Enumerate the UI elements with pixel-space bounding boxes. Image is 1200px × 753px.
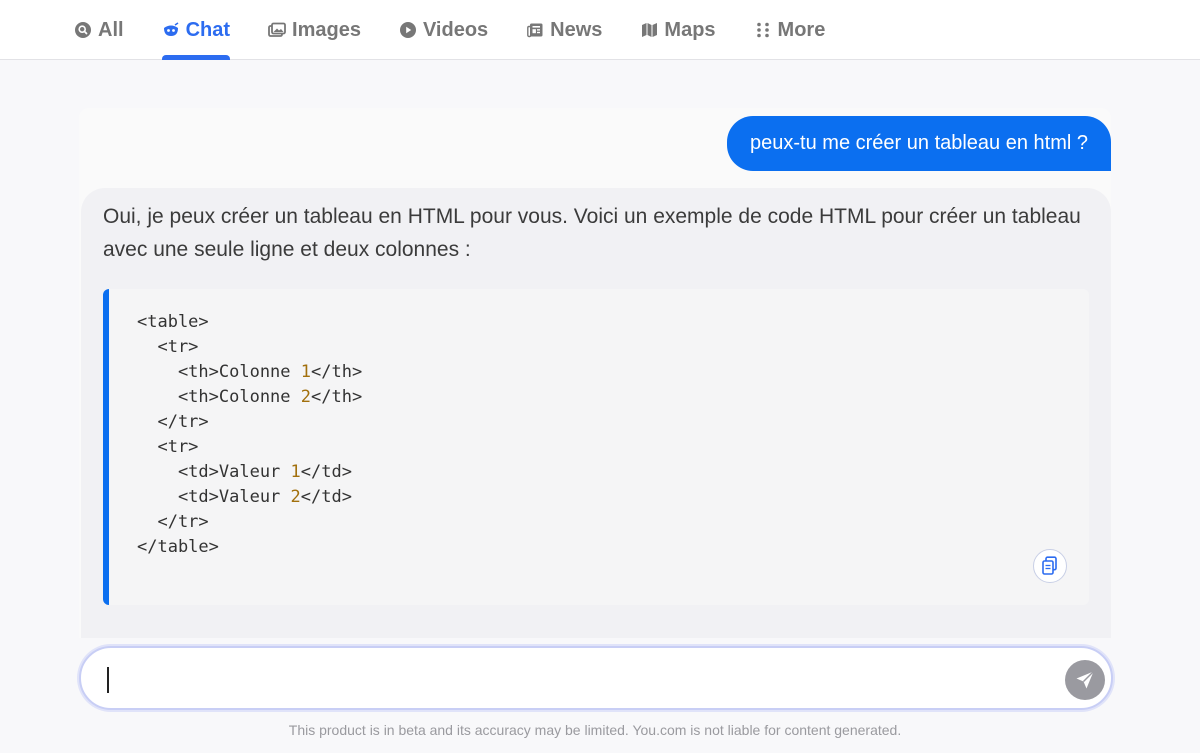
tab-all-label: All bbox=[98, 18, 124, 41]
code-line: </tr> bbox=[137, 512, 209, 532]
top-navigation: All Chat Images Videos News Maps More bbox=[0, 0, 1200, 60]
tab-all[interactable]: All bbox=[74, 0, 124, 60]
tab-more[interactable]: More bbox=[754, 0, 826, 60]
search-icon bbox=[74, 21, 92, 39]
tab-images[interactable]: Images bbox=[268, 0, 361, 60]
tab-videos[interactable]: Videos bbox=[399, 0, 488, 60]
code-line: <tr> bbox=[137, 437, 199, 457]
tab-videos-label: Videos bbox=[422, 18, 489, 41]
user-message-text: peux-tu me créer un tableau en html ? bbox=[750, 132, 1088, 154]
code-line: <th>Colonne 1</th> bbox=[137, 362, 363, 382]
nav-tabs: All Chat Images Videos News Maps More bbox=[74, 0, 863, 60]
play-icon bbox=[399, 21, 417, 39]
grid-dots-icon bbox=[754, 21, 772, 39]
code-line: <table> bbox=[137, 312, 209, 332]
code-line: </tr> bbox=[137, 412, 209, 432]
chat-input[interactable] bbox=[105, 662, 1045, 696]
code-line: </table> bbox=[137, 537, 219, 557]
tab-images-label: Images bbox=[292, 18, 361, 41]
code-line: <tr> bbox=[137, 337, 199, 357]
map-icon bbox=[640, 21, 658, 39]
text-caret bbox=[107, 667, 109, 693]
chat-input-container bbox=[79, 646, 1113, 710]
copy-icon bbox=[1041, 556, 1059, 576]
beta-disclaimer: This product is in beta and its accuracy… bbox=[288, 722, 902, 738]
tab-chat-label: Chat bbox=[185, 18, 231, 41]
code-line: <td>Valeur 2</td> bbox=[137, 487, 352, 507]
code-line: <td>Valeur 1</td> bbox=[137, 462, 352, 482]
assistant-message-text: Oui, je peux créer un tableau en HTML po… bbox=[103, 205, 1081, 261]
code-line: <th>Colonne 2</th> bbox=[137, 387, 363, 407]
tab-maps-label: Maps bbox=[664, 18, 716, 41]
tab-chat[interactable]: Chat bbox=[161, 0, 231, 60]
user-message-bubble: peux-tu me créer un tableau en html ? bbox=[727, 116, 1111, 171]
tab-more-label: More bbox=[777, 18, 826, 41]
code-content: <table> <tr> <th>Colonne 1</th> <th>Colo… bbox=[137, 310, 362, 560]
tab-news[interactable]: News bbox=[526, 0, 602, 60]
tab-maps[interactable]: Maps bbox=[640, 0, 716, 60]
send-button[interactable] bbox=[1065, 660, 1105, 700]
code-block: <table> <tr> <th>Colonne 1</th> <th>Colo… bbox=[103, 289, 1089, 605]
copy-code-button[interactable] bbox=[1033, 549, 1067, 583]
news-icon bbox=[526, 21, 544, 39]
send-icon bbox=[1074, 669, 1096, 691]
chat-icon bbox=[162, 21, 180, 39]
images-icon bbox=[268, 21, 286, 39]
tab-news-label: News bbox=[550, 18, 603, 41]
